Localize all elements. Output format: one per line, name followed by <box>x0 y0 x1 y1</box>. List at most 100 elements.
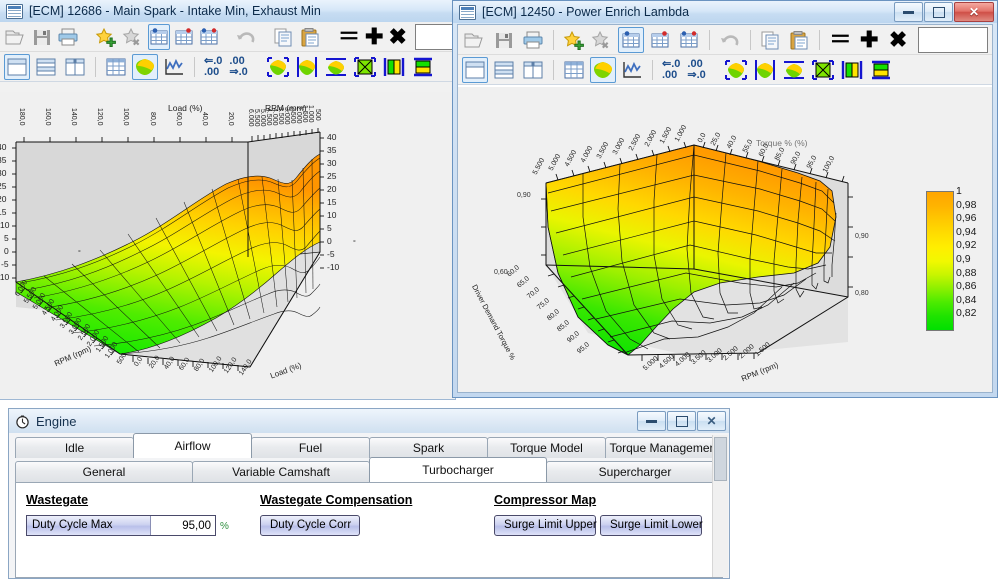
decimal-increase-icon[interactable]: .00 ⇒.0 <box>687 59 705 81</box>
surface-rotate-right-icon[interactable] <box>294 54 320 80</box>
print-icon[interactable] <box>520 27 546 53</box>
equals-icon[interactable]: ＝ <box>337 24 361 50</box>
surface-top-icon[interactable] <box>781 57 807 83</box>
surface-3d-view-icon[interactable] <box>132 54 158 80</box>
view-vertical-split-icon[interactable] <box>62 54 88 80</box>
minimize-button[interactable] <box>894 2 923 22</box>
tab-airflow[interactable]: Airflow <box>133 433 252 458</box>
copy-icon[interactable] <box>272 24 296 50</box>
window-main-spark-titlebar[interactable]: [ECM] 12686 - Main Spark - Intake Min, E… <box>0 0 455 22</box>
engine-minimize-button[interactable] <box>637 411 666 431</box>
save-icon[interactable] <box>491 27 517 53</box>
tab-turbocharger[interactable]: Turbocharger <box>369 457 547 482</box>
surge-limit-upper-button[interactable]: Surge Limit Upper <box>494 515 596 536</box>
multiply-icon[interactable]: ✖ <box>387 24 407 50</box>
restore-button[interactable] <box>924 2 953 22</box>
tab-supercharger[interactable]: Supercharger <box>546 461 724 482</box>
tab-variable-camshaft[interactable]: Variable Camshaft <box>192 461 370 482</box>
duty-cycle-max-value[interactable]: 95,00 <box>151 520 215 532</box>
chart1-right-marker: ° <box>353 240 356 247</box>
view-single-icon[interactable] <box>462 57 488 83</box>
tab-torque-model[interactable]: Torque Model <box>487 437 606 458</box>
open-icon[interactable] <box>462 27 488 53</box>
tab-general[interactable]: General <box>15 461 193 482</box>
paste-icon[interactable] <box>299 24 323 50</box>
chart-main-spark[interactable]: Load (%) RPM (rpm) <box>0 92 456 398</box>
undo-icon[interactable] <box>717 27 743 53</box>
surge-limit-lower-button[interactable]: Surge Limit Lower <box>600 515 702 536</box>
legend-label: 0,88 <box>956 267 976 281</box>
engine-clock-icon <box>15 414 30 429</box>
plus-icon[interactable]: ✚ <box>856 27 882 53</box>
surface-wireframe-icon[interactable] <box>352 54 378 80</box>
grid-view-icon[interactable] <box>561 57 587 83</box>
table-compare-icon[interactable] <box>647 27 673 53</box>
decimal-decrease-bottom: .00 <box>204 67 222 78</box>
surface-front-icon[interactable] <box>381 54 407 80</box>
duty-cycle-corr-button[interactable]: Duty Cycle Corr <box>260 515 360 536</box>
table-properties-icon[interactable] <box>148 24 170 50</box>
legend-label: 0,98 <box>956 199 976 213</box>
engine-vertical-scrollbar[interactable] <box>712 435 728 577</box>
duty-cycle-max-field[interactable]: Duty Cycle Max 95,00 <box>26 515 216 536</box>
grid-view-icon[interactable] <box>103 54 129 80</box>
decimal-decrease-icon[interactable]: ⇐.0 .00 <box>662 59 680 81</box>
window-engine: Engine ✕ Idle Airflow Fuel Spark Torque … <box>8 408 730 579</box>
surface-rotate-left-icon[interactable] <box>723 57 749 83</box>
window-main-spark: [ECM] 12686 - Main Spark - Intake Min, E… <box>0 0 456 400</box>
tab-idle[interactable]: Idle <box>15 437 134 458</box>
window-power-enrich-titlebar[interactable]: [ECM] 12450 - Power Enrich Lambda ✕ <box>453 1 997 23</box>
view-vertical-split-icon[interactable] <box>520 57 546 83</box>
save-icon[interactable] <box>31 24 53 50</box>
decimal-increase-icon[interactable]: .00 ⇒.0 <box>229 56 247 78</box>
table-properties-icon[interactable] <box>618 27 644 53</box>
engine-scrollbar-thumb[interactable] <box>714 437 727 481</box>
window-main-spark-title: [ECM] 12686 - Main Spark - Intake Min, E… <box>29 4 321 18</box>
toolbar-separator <box>819 30 820 50</box>
engine-restore-button[interactable] <box>667 411 696 431</box>
table-compare-alt-icon[interactable] <box>676 27 702 53</box>
surface-front-icon[interactable] <box>839 57 865 83</box>
view-horizontal-split-icon[interactable] <box>491 57 517 83</box>
tab-spark[interactable]: Spark <box>369 437 488 458</box>
undo-icon[interactable] <box>234 24 258 50</box>
chart-power-enrich-lambda[interactable]: Torque % (%) <box>458 87 992 392</box>
table-window-icon <box>6 4 23 19</box>
copy-icon[interactable] <box>758 27 784 53</box>
table-compare-icon[interactable] <box>173 24 195 50</box>
multiply-icon[interactable]: ✖ <box>885 27 911 53</box>
plus-icon[interactable]: ✚ <box>364 24 384 50</box>
remove-favorite-icon[interactable] <box>589 27 615 53</box>
surface-rotate-right-icon[interactable] <box>752 57 778 83</box>
add-favorite-icon[interactable] <box>561 27 587 53</box>
line-graph-view-icon[interactable] <box>619 57 645 83</box>
view-single-icon[interactable] <box>4 54 30 80</box>
group-title-compressor-map: Compressor Map <box>494 493 596 507</box>
surface-rotate-left-icon[interactable] <box>265 54 291 80</box>
view-horizontal-split-icon[interactable] <box>33 54 59 80</box>
paste-icon[interactable] <box>787 27 813 53</box>
add-favorite-icon[interactable] <box>94 24 118 50</box>
engine-titlebar[interactable]: Engine ✕ <box>9 409 729 433</box>
duty-cycle-max-unit: % <box>220 521 229 532</box>
engine-close-button[interactable]: ✕ <box>697 411 726 431</box>
tab-torque-management[interactable]: Torque Management <box>605 437 724 458</box>
surface-3d-view-icon[interactable] <box>590 57 616 83</box>
table-compare-alt-icon[interactable] <box>198 24 220 50</box>
toolbar-value-input[interactable] <box>918 27 988 53</box>
surface-wireframe-icon[interactable] <box>810 57 836 83</box>
close-button[interactable]: ✕ <box>954 2 994 22</box>
line-graph-view-icon[interactable] <box>161 54 187 80</box>
tab-fuel[interactable]: Fuel <box>251 437 370 458</box>
decimal-decrease-bottom: .00 <box>662 70 680 81</box>
print-icon[interactable] <box>56 24 80 50</box>
surface-side-icon[interactable] <box>410 54 436 80</box>
surface-side-icon[interactable] <box>868 57 894 83</box>
equals-icon[interactable]: ＝ <box>827 27 853 53</box>
surface-top-icon[interactable] <box>323 54 349 80</box>
group-title-wastegate-compensation: Wastegate Compensation <box>260 493 412 507</box>
open-icon[interactable] <box>4 24 28 50</box>
decimal-decrease-icon[interactable]: ⇐.0 .00 <box>204 56 222 78</box>
remove-favorite-icon[interactable] <box>121 24 145 50</box>
decimal-increase-bottom: ⇒.0 <box>687 70 705 81</box>
